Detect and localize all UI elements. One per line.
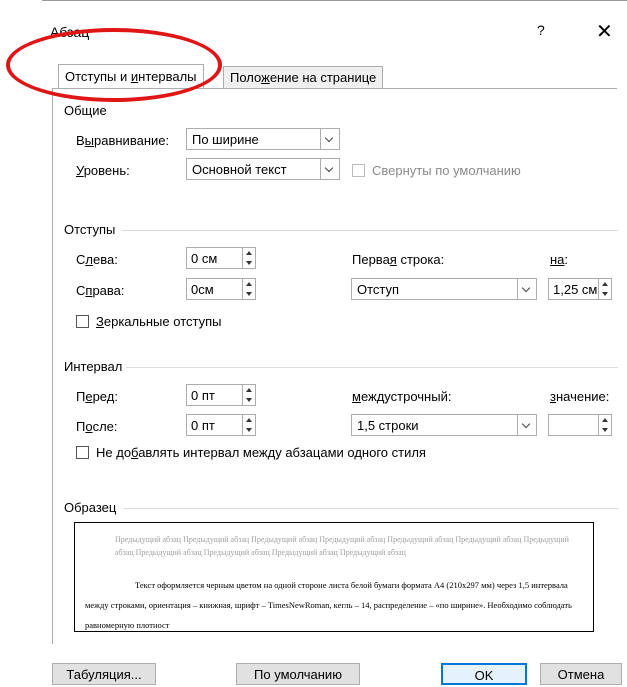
before-stepper[interactable]: 0 пт [186, 384, 256, 406]
spin-up-icon[interactable] [602, 418, 608, 422]
right-indent-stepper[interactable]: 0см [186, 278, 256, 300]
panel-left-border [52, 88, 53, 644]
spacing-divider [126, 367, 618, 368]
alignment-label: Выравнивание: [76, 133, 170, 148]
tabs-button[interactable]: Табуляция... [52, 663, 156, 685]
dont-add-space-label: Не добавлять интервал между абзацами одн… [96, 445, 426, 460]
collapsed-label: Свернуты по умолчанию [372, 163, 521, 178]
set-default-button[interactable]: По умолчанию [236, 663, 360, 685]
indents-divider [122, 230, 618, 231]
left-indent-stepper[interactable]: 0 см [186, 247, 256, 269]
first-line-label: Первая строка: [352, 252, 445, 267]
mirror-indents-label: Зеркальные отступы [96, 314, 222, 329]
left-indent-label: Слева: [76, 252, 118, 267]
section-general: Общие [64, 103, 107, 118]
cancel-button[interactable]: Отмена [540, 663, 622, 685]
chevron-down-icon[interactable] [320, 129, 339, 149]
preview-sample-paragraph: Текст оформляется черным цветом на одной… [85, 580, 572, 630]
value-label: значение: [550, 389, 610, 404]
tab-indents-spacing[interactable]: Отступы и интервалы [58, 64, 204, 89]
dont-add-space-checkbox[interactable] [76, 446, 89, 459]
first-line-by-stepper[interactable]: 1,25 см [548, 278, 612, 300]
mirror-indents-checkbox[interactable] [76, 315, 89, 328]
spin-down-icon[interactable] [602, 428, 608, 432]
by-label: на: [550, 252, 569, 267]
line-spacing-label: междустрочный: [352, 389, 452, 404]
spin-up-icon[interactable] [246, 251, 252, 255]
ok-button[interactable]: OK [441, 663, 527, 685]
collapsed-checkbox[interactable] [352, 164, 365, 177]
spin-down-icon[interactable] [246, 292, 252, 296]
tab-baseline [52, 88, 617, 89]
line-spacing-select[interactable]: 1,5 строки [351, 414, 537, 436]
spin-buttons[interactable] [242, 279, 255, 299]
section-preview: Образец [64, 500, 117, 515]
help-button[interactable]: ? [537, 22, 545, 38]
chevron-down-icon[interactable] [320, 159, 339, 179]
spin-down-icon[interactable] [246, 261, 252, 265]
tab-line-page-breaks[interactable]: Положение на странице [223, 66, 384, 89]
level-label: Уровень: [76, 163, 130, 178]
spacing-value-stepper[interactable] [548, 414, 612, 436]
before-label: Перед: [76, 389, 118, 404]
chevron-down-icon[interactable] [517, 415, 536, 435]
spin-down-icon[interactable] [246, 428, 252, 432]
after-stepper[interactable]: 0 пт [186, 414, 256, 436]
spin-up-icon[interactable] [246, 282, 252, 286]
spin-up-icon[interactable] [602, 282, 608, 286]
section-spacing: Интервал [64, 359, 123, 374]
spin-buttons[interactable] [242, 248, 255, 268]
level-select[interactable]: Основной текст [186, 158, 340, 180]
chevron-down-icon[interactable] [517, 279, 536, 299]
spin-buttons[interactable] [242, 415, 255, 435]
right-indent-label: Справа: [76, 283, 125, 298]
spin-down-icon[interactable] [246, 398, 252, 402]
first-line-select[interactable]: Отступ [351, 278, 537, 300]
spin-buttons[interactable] [242, 385, 255, 405]
spin-buttons[interactable] [598, 415, 611, 435]
alignment-select[interactable]: По ширине [186, 128, 340, 150]
dialog-title: Абзац [50, 24, 90, 40]
spin-down-icon[interactable] [602, 292, 608, 296]
after-label: После: [76, 419, 118, 434]
spin-buttons[interactable] [598, 279, 611, 299]
spin-up-icon[interactable] [246, 418, 252, 422]
preview-divider [124, 508, 618, 509]
dialog-top-border [42, 0, 627, 1]
spin-up-icon[interactable] [246, 388, 252, 392]
preview-previous-paragraph: Предыдущий абзац Предыдущий абзац Предыд… [115, 535, 569, 557]
close-icon[interactable]: ✕ [596, 19, 613, 44]
preview-box: Предыдущий абзац Предыдущий абзац Предыд… [74, 522, 594, 632]
section-indents: Отступы [64, 222, 116, 237]
